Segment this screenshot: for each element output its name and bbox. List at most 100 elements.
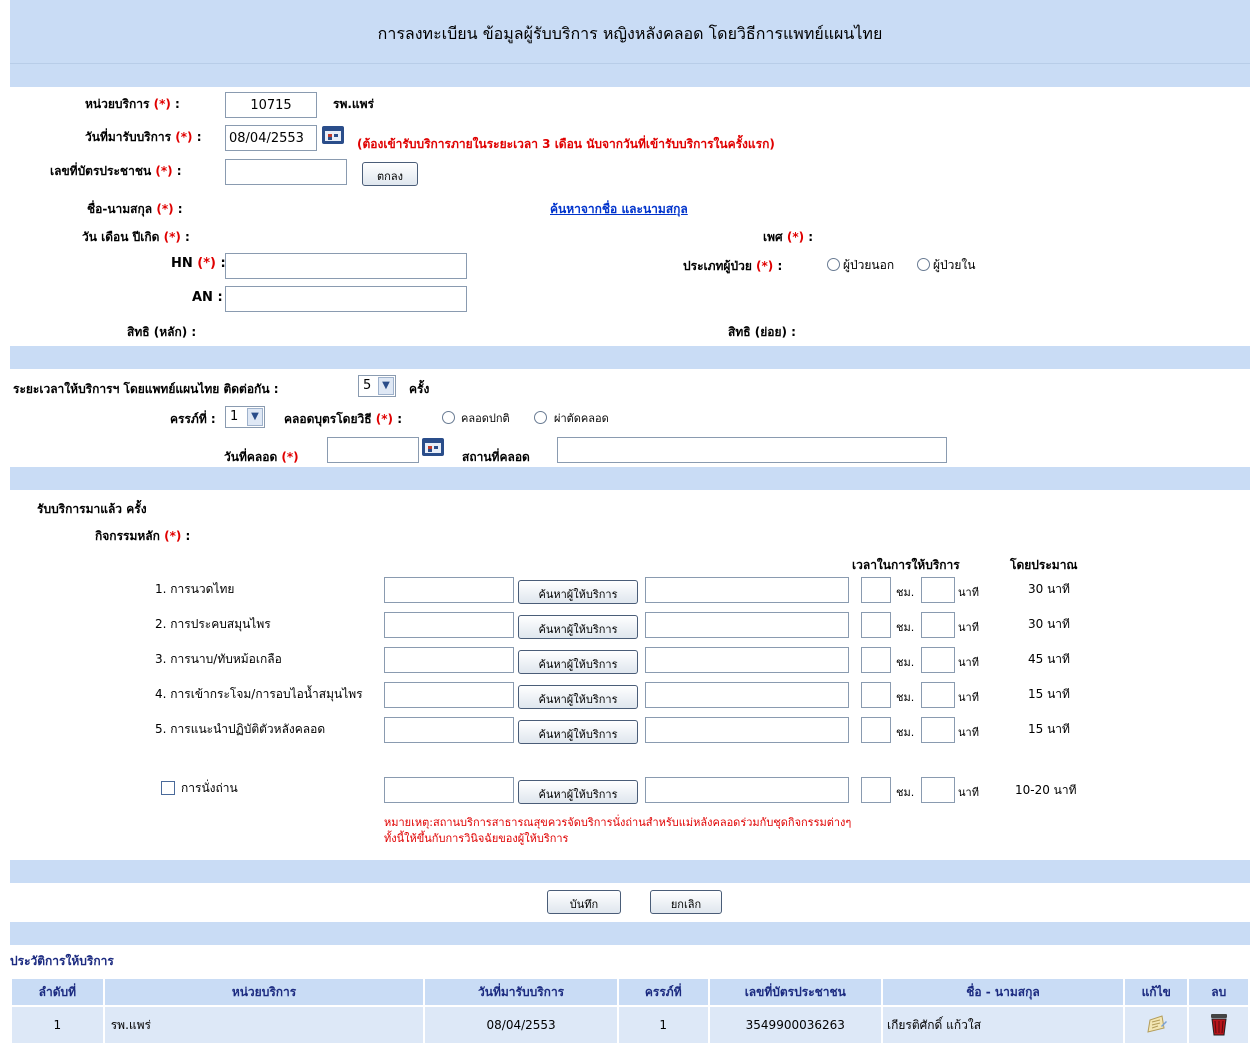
activity-provider-input[interactable] — [645, 577, 849, 603]
activity-approx: 30 นาที — [1028, 617, 1070, 631]
page-header: การลงทะเบียน ข้อมูลผู้รับบริการ หญิงหลัง… — [10, 0, 1250, 64]
search-provider-button[interactable]: ค้นหาผู้ให้บริการ — [518, 720, 638, 744]
activity-minute-input[interactable] — [921, 577, 955, 603]
row-pregnancy: 1 — [616, 1005, 710, 1045]
history-table: ลำดับที่ หน่วยบริการ วันที่มารับบริการ ค… — [10, 977, 1250, 1045]
outpatient-label: ผู้ป่วยนอก — [843, 258, 895, 272]
edit-cell — [1122, 1005, 1190, 1045]
activity-hour-input[interactable] — [861, 612, 891, 638]
col-date: วันที่มารับบริการ — [423, 977, 619, 1007]
inpatient-label: ผู้ป่วยใน — [933, 258, 976, 272]
activity-minute-input[interactable] — [921, 647, 955, 673]
charcoal-hour-input[interactable] — [861, 777, 891, 803]
patient-type-label: ประเภทผู้ป่วย (*) : — [683, 259, 783, 273]
delivery-date-input[interactable] — [327, 437, 419, 463]
activity-hour-input[interactable] — [861, 717, 891, 743]
charcoal-provider-input[interactable] — [645, 777, 849, 803]
activity-hour-input[interactable] — [861, 647, 891, 673]
charcoal-minute-input[interactable] — [921, 777, 955, 803]
activity-approx: 15 นาที — [1028, 687, 1070, 701]
activity-name: 1. การนวดไทย — [155, 582, 235, 596]
activity-minute-input[interactable] — [921, 612, 955, 638]
period-select[interactable]: 5 ▼ — [358, 375, 396, 397]
calendar-icon[interactable] — [322, 126, 344, 144]
activity-code-input[interactable] — [384, 577, 514, 603]
outpatient-radio[interactable] — [827, 258, 840, 271]
col-id: เลขที่บัตรประชาชน — [707, 977, 883, 1007]
c-section-radio[interactable] — [534, 411, 547, 424]
col-name: ชื่อ - นามสกุล — [880, 977, 1125, 1007]
delivery-date-label: วันที่คลอด (*) — [224, 450, 299, 464]
search-provider-button[interactable]: ค้นหาผู้ให้บริการ — [518, 650, 638, 674]
delivery-place-input[interactable] — [557, 437, 947, 463]
activity-provider-input[interactable] — [645, 647, 849, 673]
col-pregnancy: ครรภ์ที่ — [616, 977, 710, 1007]
activity-approx: 45 นาที — [1028, 652, 1070, 666]
charcoal-code-input[interactable] — [384, 777, 514, 803]
activity-minute-input[interactable] — [921, 682, 955, 708]
activity-code-input[interactable] — [384, 682, 514, 708]
c-section-label: ผ่าตัดคลอด — [554, 412, 609, 425]
date-warning: (ต้องเข้ารับบริการภายในระยะเวลา 3 เดือน … — [357, 137, 775, 151]
search-provider-button[interactable]: ค้นหาผู้ให้บริการ — [518, 580, 638, 604]
section-divider — [10, 467, 1250, 490]
time-header: เวลาในการให้บริการ — [852, 558, 960, 572]
search-provider-button[interactable]: ค้นหาผู้ให้บริการ — [518, 780, 638, 804]
hn-input[interactable] — [225, 253, 467, 279]
received-count-label: รับบริการมาแล้ว ครั้ง — [37, 502, 147, 516]
unit-label: หน่วยบริการ (*) : — [85, 97, 180, 111]
col-edit: แก้ไข — [1122, 977, 1190, 1007]
pregnancy-select[interactable]: 1 ▼ — [225, 406, 265, 428]
normal-delivery-label: คลอดปกติ — [461, 412, 510, 425]
hour-unit: ชม. — [896, 656, 915, 669]
activity-hour-input[interactable] — [861, 577, 891, 603]
pregnancy-label: ครรภ์ที่ : — [170, 412, 216, 426]
history-title: ประวัติการให้บริการ — [10, 954, 114, 968]
cancel-button[interactable]: ยกเลิก — [650, 890, 722, 914]
hour-unit: ชม. — [896, 726, 915, 739]
service-date-input[interactable]: 08/04/2553 — [225, 125, 317, 151]
save-button[interactable]: บันทึก — [547, 890, 621, 914]
unit-code-input[interactable]: 10715 — [225, 92, 317, 118]
row-date: 08/04/2553 — [423, 1005, 619, 1045]
search-provider-button[interactable]: ค้นหาผู้ให้บริการ — [518, 615, 638, 639]
minute-unit: นาที — [958, 656, 979, 669]
row-no: 1 — [10, 1005, 105, 1045]
ok-button[interactable]: ตกลง — [362, 162, 418, 186]
activity-code-input[interactable] — [384, 612, 514, 638]
minute-unit: นาที — [958, 586, 979, 599]
activity-code-input[interactable] — [384, 717, 514, 743]
activity-provider-input[interactable] — [645, 612, 849, 638]
hour-unit: ชม. — [896, 786, 915, 799]
chevron-down-icon: ▼ — [247, 408, 263, 426]
name-label: ชื่อ-นามสกุล (*) : — [87, 202, 183, 216]
calendar-icon[interactable] — [422, 438, 444, 456]
unit-name: รพ.แพร่ — [333, 97, 375, 111]
approx-header: โดยประมาณ — [1010, 558, 1078, 572]
section-divider — [10, 346, 1250, 369]
activity-provider-input[interactable] — [645, 682, 849, 708]
id-card-input[interactable] — [225, 159, 347, 185]
an-input[interactable] — [225, 286, 467, 312]
activity-minute-input[interactable] — [921, 717, 955, 743]
delivery-method-label: คลอดบุตรโดยวิธี (*) : — [284, 412, 402, 426]
sex-label: เพศ (*) : — [763, 230, 814, 244]
dob-label: วัน เดือน ปีเกิด (*) : — [82, 230, 190, 244]
search-name-link[interactable]: ค้นหาจากชื่อ และนามสกุล — [550, 200, 688, 219]
search-provider-button[interactable]: ค้นหาผู้ให้บริการ — [518, 685, 638, 709]
charcoal-checkbox[interactable] — [161, 781, 175, 795]
id-label: เลขที่บัตรประชาชน (*) : — [50, 164, 182, 178]
row-unit: รพ.แพร่ — [102, 1005, 426, 1045]
edit-icon[interactable] — [1144, 1012, 1168, 1036]
section-divider — [10, 64, 1250, 87]
activity-provider-input[interactable] — [645, 717, 849, 743]
col-no: ลำดับที่ — [10, 977, 105, 1007]
minute-unit: นาที — [958, 691, 979, 704]
normal-delivery-radio[interactable] — [442, 411, 455, 424]
minute-unit: นาที — [958, 621, 979, 634]
activity-hour-input[interactable] — [861, 682, 891, 708]
col-unit: หน่วยบริการ — [102, 977, 426, 1007]
trash-icon[interactable] — [1208, 1011, 1230, 1037]
activity-code-input[interactable] — [384, 647, 514, 673]
inpatient-radio[interactable] — [917, 258, 930, 271]
